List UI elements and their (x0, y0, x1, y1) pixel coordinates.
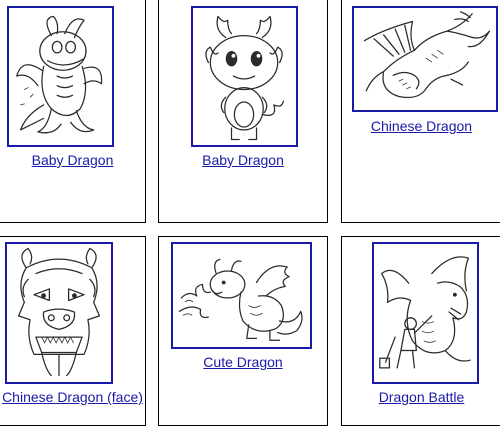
gallery-thumbnail-link[interactable] (191, 6, 298, 147)
gallery-caption-link[interactable]: Chinese Dragon (342, 118, 500, 134)
flying-chinese-dragon-icon (363, 11, 491, 99)
gallery-card: Cute Dragon (158, 236, 328, 426)
gallery-thumbnail-link[interactable] (352, 6, 498, 112)
gallery-caption-link[interactable]: Baby Dragon (0, 152, 145, 168)
gallery-caption-link[interactable]: Chinese Dragon (face) (2, 389, 143, 405)
gallery-card: Baby Dragon (158, 0, 328, 223)
knight-vs-dragon-icon (379, 256, 471, 369)
gallery-thumbnail-link[interactable] (171, 242, 312, 349)
gallery-thumbnail-link[interactable] (5, 242, 113, 384)
chinese-dragon-mask-icon (17, 247, 101, 377)
gallery-card: Dragon Battle (341, 236, 500, 426)
gallery-caption-link[interactable]: Baby Dragon (159, 152, 327, 168)
fire-breathing-dragon-icon (178, 258, 303, 341)
gallery-caption-link[interactable]: Dragon Battle (342, 389, 500, 405)
gallery-card: Chinese Dragon (face) (0, 236, 146, 426)
baby-dragon-sketch-icon (16, 15, 103, 134)
gallery-card: Chinese Dragon (341, 0, 500, 223)
gallery-card: Baby Dragon (0, 0, 146, 223)
gallery-thumbnail-link[interactable] (7, 6, 114, 147)
gallery-caption-link[interactable]: Cute Dragon (159, 354, 327, 370)
gallery-thumbnail-link[interactable] (372, 242, 479, 384)
cute-baby-dragon-cartoon-icon (205, 15, 285, 141)
